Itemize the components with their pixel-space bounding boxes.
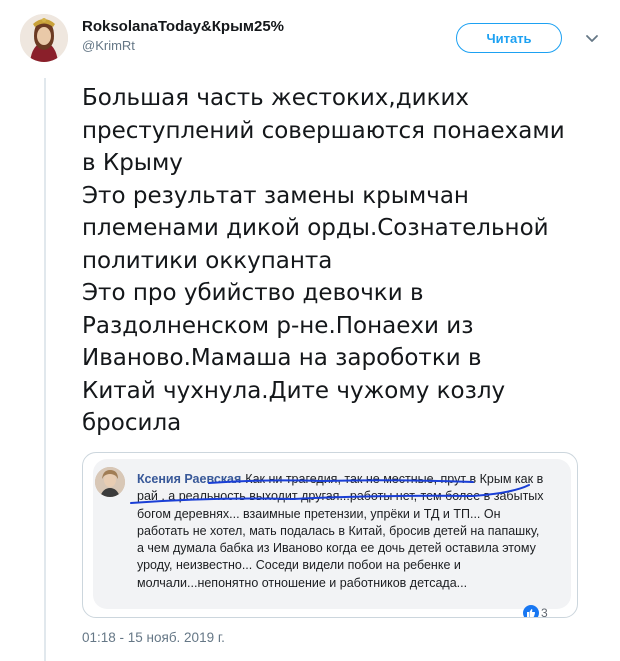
- attached-screenshot[interactable]: Ксения Раевская Как ни трагедия, так не м…: [82, 452, 578, 618]
- facebook-comment: Ксения Раевская Как ни трагедия, так не м…: [93, 459, 571, 617]
- reaction-summary[interactable]: 3: [523, 605, 548, 618]
- display-name[interactable]: RoksolanaToday&Крым25%: [82, 18, 284, 35]
- thread-line: [44, 78, 46, 661]
- avatar[interactable]: [20, 14, 68, 62]
- user-handle[interactable]: @KrimRt: [82, 38, 135, 53]
- comment-author: Ксения Раевская: [137, 472, 242, 486]
- comment-text: Как ни трагедия, так не местные, прут в …: [137, 472, 544, 590]
- reaction-count: 3: [541, 606, 548, 618]
- commenter-avatar: [95, 467, 125, 497]
- comment-body: Ксения Раевская Как ни трагедия, так не м…: [137, 471, 547, 592]
- follow-button[interactable]: Читать: [456, 23, 562, 53]
- avatar-icon: [20, 14, 68, 62]
- tweet-text: Большая часть жестоких,диких преступлени…: [82, 85, 565, 436]
- chevron-down-icon[interactable]: [584, 30, 600, 46]
- tweet-timestamp[interactable]: 01:18 - 15 нояб. 2019 г.: [82, 630, 225, 645]
- like-icon: [523, 605, 539, 617]
